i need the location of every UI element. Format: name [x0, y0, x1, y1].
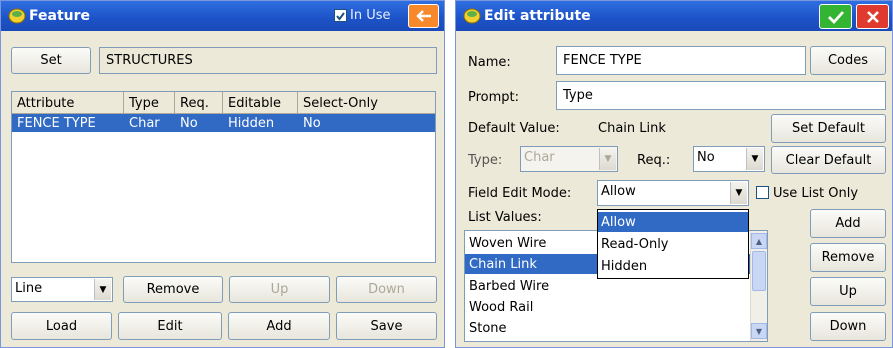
type-select[interactable]: Char ▼ — [520, 146, 618, 172]
list-item[interactable]: Stone — [465, 318, 763, 338]
prompt-field[interactable]: Type — [556, 81, 886, 110]
scroll-thumb[interactable] — [752, 251, 766, 291]
codes-button[interactable]: Codes — [810, 46, 886, 75]
cell-req: No — [180, 115, 198, 131]
list-item[interactable]: Barbed Wire — [465, 276, 763, 296]
type-label: Type: — [468, 153, 503, 168]
list-remove-button[interactable]: Remove — [810, 243, 886, 272]
set-button[interactable]: Set — [11, 47, 91, 74]
close-icon — [866, 10, 879, 23]
field-edit-mode-label: Field Edit Mode: — [468, 186, 572, 201]
cell-type: Char — [129, 115, 160, 131]
app-logo-icon — [463, 8, 481, 24]
scroll-down-icon[interactable]: ▼ — [751, 323, 767, 339]
geometry-type-select[interactable]: Line ▼ — [11, 277, 113, 302]
save-button[interactable]: Save — [336, 312, 437, 340]
attribute-table-header: Attribute Type Req. Editable Select-Only — [12, 92, 435, 114]
add-button[interactable]: Add — [228, 312, 330, 340]
geometry-type-value: Line — [15, 281, 43, 296]
list-down-button[interactable]: Down — [810, 312, 886, 341]
dropdown-option-allow[interactable]: Allow — [598, 212, 748, 232]
scroll-up-icon[interactable]: ▲ — [751, 233, 767, 249]
arrow-left-icon — [415, 10, 431, 22]
edit-button[interactable]: Edit — [118, 312, 222, 340]
list-values-label: List Values: — [468, 210, 542, 225]
chevron-down-icon[interactable]: ▼ — [746, 148, 763, 170]
chevron-down-icon[interactable]: ▼ — [730, 182, 747, 204]
list-scrollbar[interactable]: ▲ ▼ — [750, 231, 767, 341]
feature-name-field[interactable]: STRUCTURES — [99, 47, 437, 74]
edit-attribute-title: Edit attribute — [484, 8, 591, 24]
use-list-only-checkbox[interactable] — [756, 186, 769, 199]
list-item[interactable]: Wood Rail — [465, 297, 763, 317]
in-use-label: In Use — [350, 8, 391, 23]
req-select-value: No — [697, 150, 715, 165]
table-row[interactable]: FENCE TYPE Char No Hidden No — [12, 114, 435, 132]
column-header-select-only[interactable]: Select-Only — [298, 92, 435, 114]
edit-attribute-titlebar: Edit attribute — [456, 1, 892, 31]
chevron-down-icon[interactable]: ▼ — [94, 279, 111, 300]
clear-default-button[interactable]: Clear Default — [771, 146, 886, 174]
ok-button[interactable] — [819, 4, 852, 29]
close-button[interactable] — [856, 4, 889, 29]
attribute-table[interactable]: Attribute Type Req. Editable Select-Only… — [11, 91, 436, 263]
feature-window: Feature In Use Set STRUCTURES Attribute … — [0, 0, 445, 348]
field-edit-mode-dropdown[interactable]: Allow Read-Only Hidden — [597, 209, 749, 279]
field-edit-mode-value: Allow — [601, 184, 636, 199]
in-use-checkbox[interactable] — [334, 9, 347, 22]
column-header-req[interactable]: Req. — [175, 92, 223, 114]
remove-button[interactable]: Remove — [123, 276, 223, 303]
column-header-type[interactable]: Type — [124, 92, 175, 114]
type-select-value: Char — [524, 150, 555, 165]
default-value-text: Chain Link — [598, 121, 666, 136]
prompt-label: Prompt: — [468, 90, 520, 105]
dropdown-option-hidden[interactable]: Hidden — [598, 256, 748, 276]
set-default-button[interactable]: Set Default — [771, 114, 886, 143]
checkmark-icon — [827, 10, 844, 24]
use-list-only-label: Use List Only — [773, 186, 859, 201]
feature-title: Feature — [29, 8, 90, 24]
chevron-down-icon[interactable]: ▼ — [599, 148, 616, 170]
cell-attribute: FENCE TYPE — [17, 115, 96, 131]
column-header-attribute[interactable]: Attribute — [12, 92, 124, 114]
list-up-button[interactable]: Up — [810, 277, 886, 306]
list-add-button[interactable]: Add — [810, 209, 886, 238]
name-field[interactable]: FENCE TYPE — [556, 46, 806, 75]
default-value-label: Default Value: — [468, 121, 560, 136]
name-label: Name: — [468, 55, 511, 70]
req-select[interactable]: No ▼ — [693, 146, 765, 172]
load-button[interactable]: Load — [11, 312, 112, 340]
dropdown-option-read-only[interactable]: Read-Only — [598, 234, 748, 254]
feature-titlebar: Feature In Use — [1, 1, 444, 31]
field-edit-mode-select[interactable]: Allow ▼ — [597, 180, 749, 206]
up-button[interactable]: Up — [229, 276, 330, 303]
req-label: Req.: — [637, 153, 671, 168]
column-header-editable[interactable]: Editable — [223, 92, 298, 114]
cell-select-only: No — [303, 115, 321, 131]
cell-editable: Hidden — [228, 115, 275, 131]
down-button[interactable]: Down — [336, 276, 437, 303]
back-button[interactable] — [408, 4, 439, 28]
app-logo-icon — [8, 8, 26, 24]
checkmark-small-icon — [336, 12, 345, 21]
